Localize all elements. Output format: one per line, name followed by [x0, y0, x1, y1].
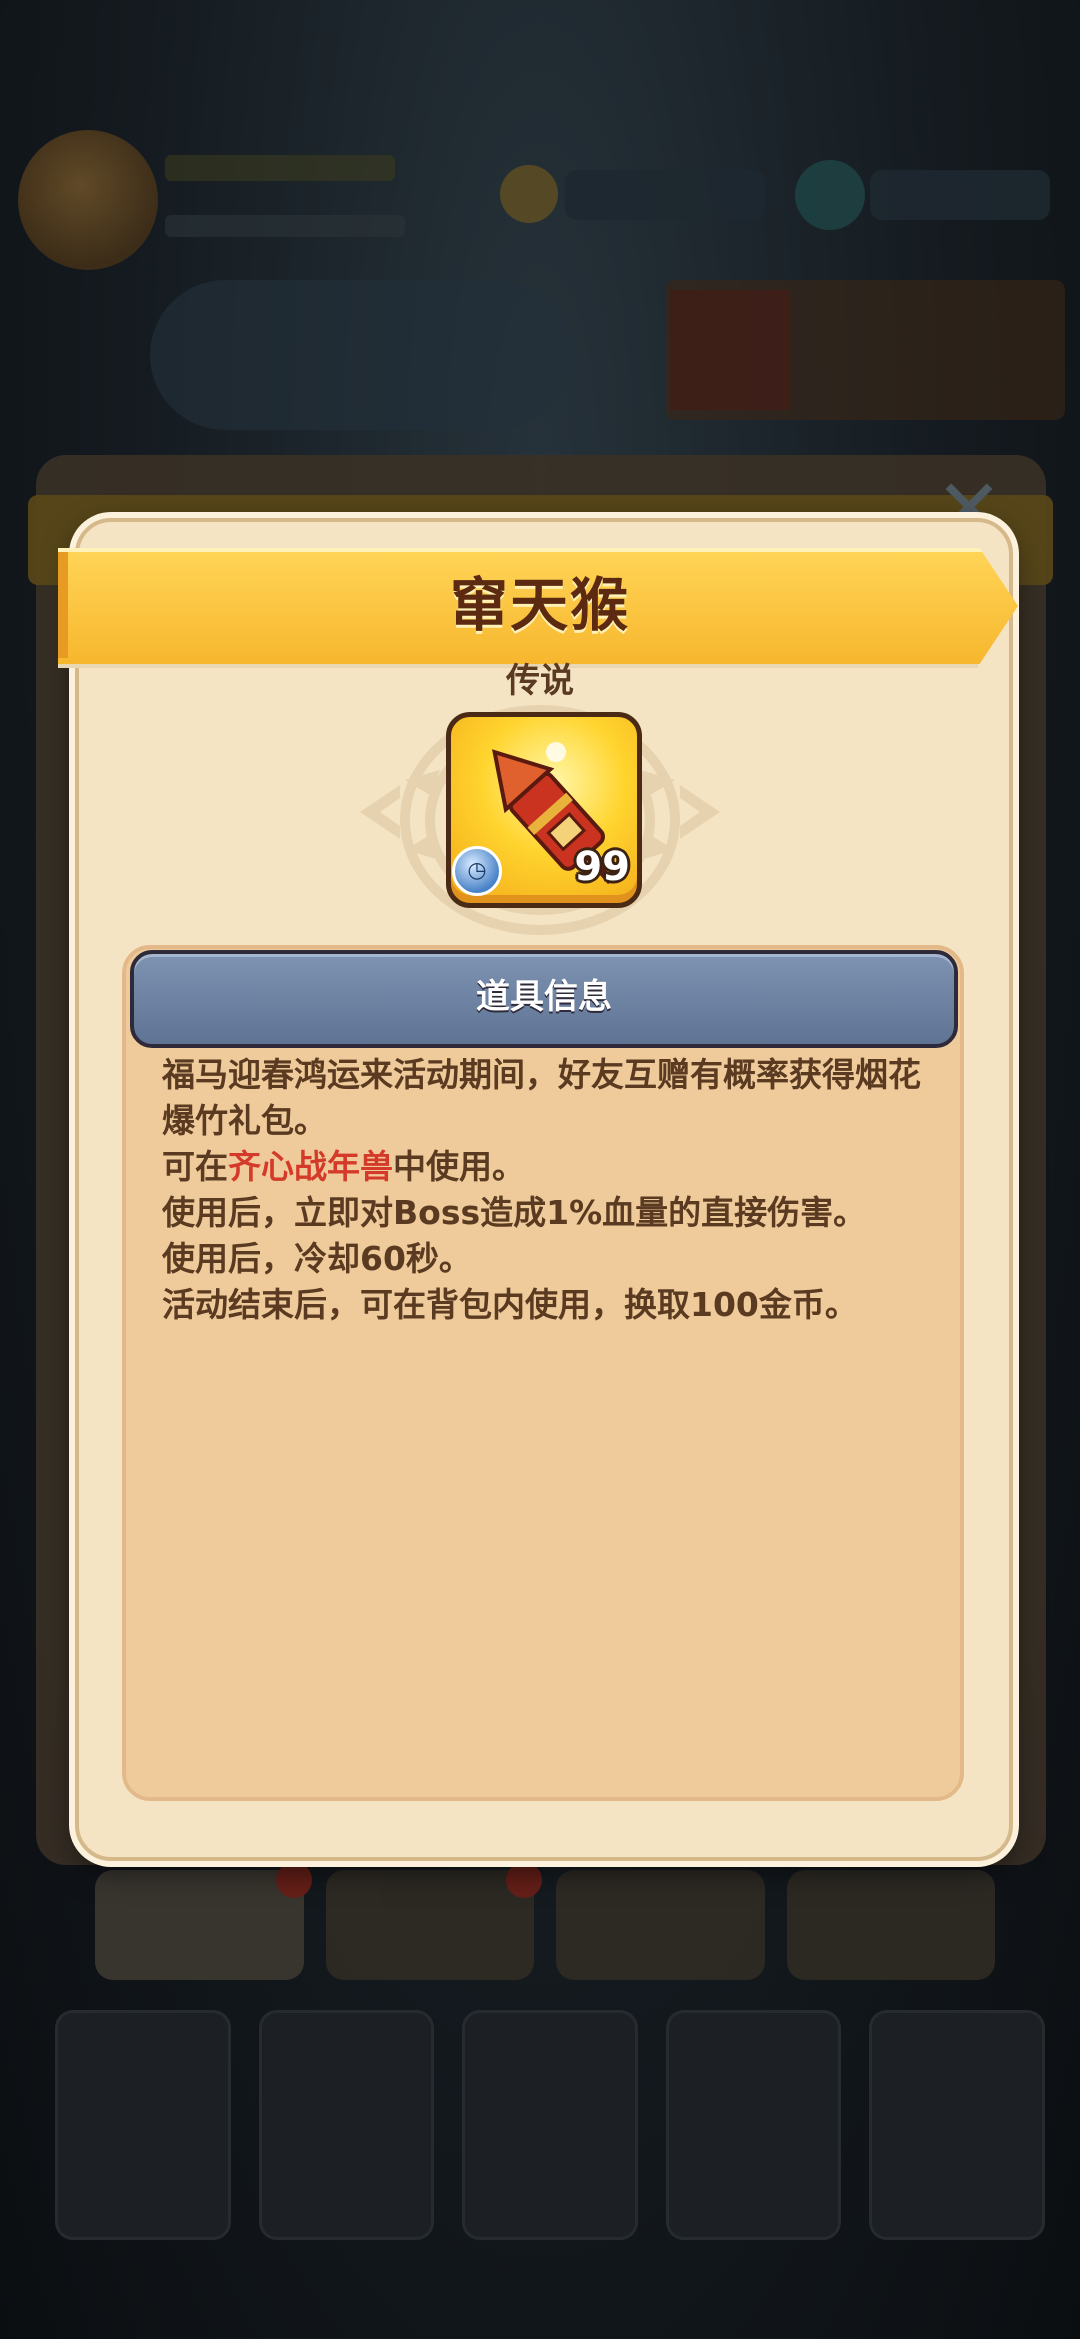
description-text: 可在 [162, 1147, 228, 1186]
underlying-tab [325, 1862, 542, 1980]
gem-icon [795, 160, 865, 230]
underlying-item-slots [55, 2010, 1045, 2240]
event-banner-art [670, 290, 790, 410]
item-slot [869, 2010, 1045, 2240]
gem-counter [870, 170, 1050, 220]
underlying-tab [556, 1870, 765, 1980]
highlighted-event-name: 齐心战年兽 [228, 1147, 393, 1186]
item-slot [55, 2010, 231, 2240]
description-line: 使用后，冷却60秒。 [162, 1239, 472, 1278]
gold-counter [565, 170, 765, 220]
info-header-label: 道具信息 [476, 977, 612, 1017]
player-avatar [18, 130, 158, 270]
underlying-tab [786, 1870, 995, 1980]
description-line: 活动结束后，可在背包内使用，换取100金币。 [162, 1285, 858, 1324]
clock-icon: ◷ [452, 846, 502, 896]
underlying-tab [95, 1862, 312, 1980]
item-slot [462, 2010, 638, 2240]
description-text: 中使用。 [393, 1147, 525, 1186]
item-count: 99 [574, 844, 630, 890]
notification-dot [275, 1862, 312, 1898]
notification-dot [506, 1862, 542, 1898]
item-slot [258, 2010, 435, 2240]
player-name [165, 215, 405, 237]
gold-coin-icon [500, 165, 558, 223]
background-cloud [150, 280, 570, 430]
item-description: 福马迎春鸿运来活动期间，好友互赠有概率获得烟花爆竹礼包。 可在齐心战年兽中使用。… [162, 1052, 942, 1328]
description-line: 福马迎春鸿运来活动期间，好友互赠有概率获得烟花爆竹礼包。 [162, 1055, 921, 1140]
item-slot [665, 2010, 842, 2240]
player-level-bar [165, 155, 395, 181]
underlying-tab-bar [95, 1862, 995, 1980]
description-line: 可在齐心战年兽中使用。 [162, 1144, 942, 1190]
description-line: 使用后，立即对Boss造成1%血量的直接伤害。 [162, 1193, 867, 1232]
item-title: 窜天猴 [449, 571, 630, 639]
